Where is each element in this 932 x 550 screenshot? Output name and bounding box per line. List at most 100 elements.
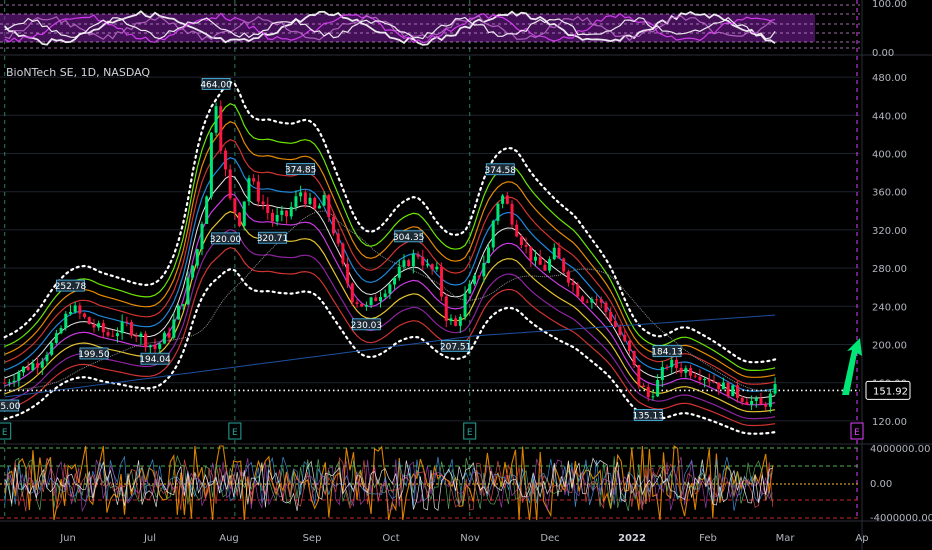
- candle-body: [407, 260, 411, 266]
- candle-body: [529, 246, 533, 261]
- price-tick-label: 120.00: [872, 417, 907, 428]
- candle-body: [303, 192, 307, 205]
- price-tick-label: 360.00: [872, 188, 907, 199]
- candle-body: [496, 203, 500, 221]
- price-label: 135.13: [632, 411, 664, 421]
- price-label: 194.04: [139, 355, 171, 365]
- candle-body: [195, 249, 199, 266]
- candle-body: [726, 382, 730, 397]
- chart-title: BioNTech SE, 1D, NASDAQ: [6, 66, 150, 79]
- candle-body: [120, 321, 124, 334]
- candle-body: [585, 301, 589, 303]
- earnings-marker-label: E: [854, 428, 860, 438]
- candle-body: [186, 277, 190, 305]
- candle-body: [491, 220, 495, 248]
- price-label: 184.13: [651, 348, 683, 358]
- price-label: 230.03: [351, 321, 383, 331]
- bottom-osc-tick-label: 4000000.00: [870, 444, 930, 455]
- candle-body: [693, 375, 697, 377]
- candle-body: [289, 206, 293, 217]
- candle-body: [31, 363, 35, 371]
- candle-body: [36, 363, 40, 368]
- time-tick-label: Sep: [303, 533, 322, 544]
- price-label: 374.85: [285, 166, 317, 176]
- candle-body: [148, 345, 152, 348]
- candle-body: [463, 293, 467, 317]
- candle-body: [162, 332, 166, 344]
- candle-body: [534, 256, 538, 261]
- candle-body: [698, 376, 702, 381]
- candle-body: [78, 305, 82, 314]
- candle-body: [538, 256, 542, 265]
- candle-body: [458, 316, 462, 326]
- candle-body: [646, 386, 650, 398]
- candle-body: [355, 302, 359, 304]
- candle-body: [515, 224, 519, 237]
- candle-body: [327, 195, 331, 218]
- candle-body: [378, 296, 382, 302]
- price-label: 252.78: [55, 282, 87, 292]
- candle-body: [17, 372, 21, 381]
- candle-body: [566, 271, 570, 283]
- time-tick-label: Dec: [540, 533, 559, 544]
- bottom-osc-tick-label: -4000000.00: [870, 513, 932, 524]
- candle-body: [12, 380, 16, 383]
- candle-body: [618, 326, 622, 335]
- candle-body: [754, 398, 758, 401]
- candle-body: [745, 401, 749, 405]
- candle-body: [115, 333, 119, 337]
- candle-body: [350, 283, 354, 303]
- candle-body: [440, 266, 444, 297]
- candle-body: [449, 318, 453, 321]
- candle-body: [505, 195, 509, 204]
- candle-body: [524, 244, 528, 247]
- candle-body: [393, 277, 397, 285]
- candle-body: [238, 212, 242, 226]
- candle-body: [153, 345, 157, 349]
- candle-body: [674, 359, 678, 368]
- candle-body: [510, 203, 514, 225]
- price-tick-label: 280.00: [872, 264, 907, 275]
- candle-body: [590, 299, 594, 303]
- candle-body: [425, 264, 429, 266]
- candle-body: [50, 342, 54, 355]
- candle-body: [454, 318, 458, 326]
- candle-body: [45, 354, 49, 362]
- top-osc-tick-label: 0.00: [872, 48, 894, 59]
- candle-body: [167, 332, 171, 338]
- candle-body: [374, 297, 378, 302]
- candle-body: [332, 217, 336, 234]
- candle-body: [684, 368, 688, 373]
- time-tick-label: 2022: [618, 533, 646, 544]
- candle-body: [679, 367, 683, 373]
- candle-body: [731, 385, 735, 397]
- candle-body: [773, 384, 777, 394]
- candle-body: [660, 366, 664, 381]
- candle-body: [83, 313, 87, 318]
- time-tick-label: Mar: [776, 533, 796, 544]
- candle-body: [205, 196, 209, 224]
- candle-body: [740, 397, 744, 402]
- candle-body: [172, 319, 176, 338]
- candle-body: [548, 259, 552, 271]
- candle-body: [134, 335, 138, 337]
- candle-body: [665, 366, 669, 368]
- candle-body: [336, 233, 340, 244]
- candle-body: [764, 404, 768, 407]
- candle-body: [346, 263, 350, 284]
- candle-body: [68, 311, 72, 314]
- price-chart[interactable]: 480.00 440.00 400.00 360.00 320.00 280.00 240.…: [0, 0, 932, 550]
- candle-body: [627, 340, 631, 352]
- candle-body: [233, 198, 237, 213]
- top-osc-tick-label: 100.00: [872, 0, 907, 10]
- price-label: 145.00: [0, 402, 21, 412]
- candle-body: [487, 247, 491, 263]
- candle-body: [717, 382, 721, 390]
- candle-body: [670, 359, 674, 368]
- candle-body: [219, 106, 223, 151]
- candle-body: [707, 379, 711, 382]
- candle-body: [261, 201, 265, 205]
- candle-body: [299, 192, 303, 197]
- candle-body: [402, 260, 406, 267]
- candle-body: [623, 334, 627, 341]
